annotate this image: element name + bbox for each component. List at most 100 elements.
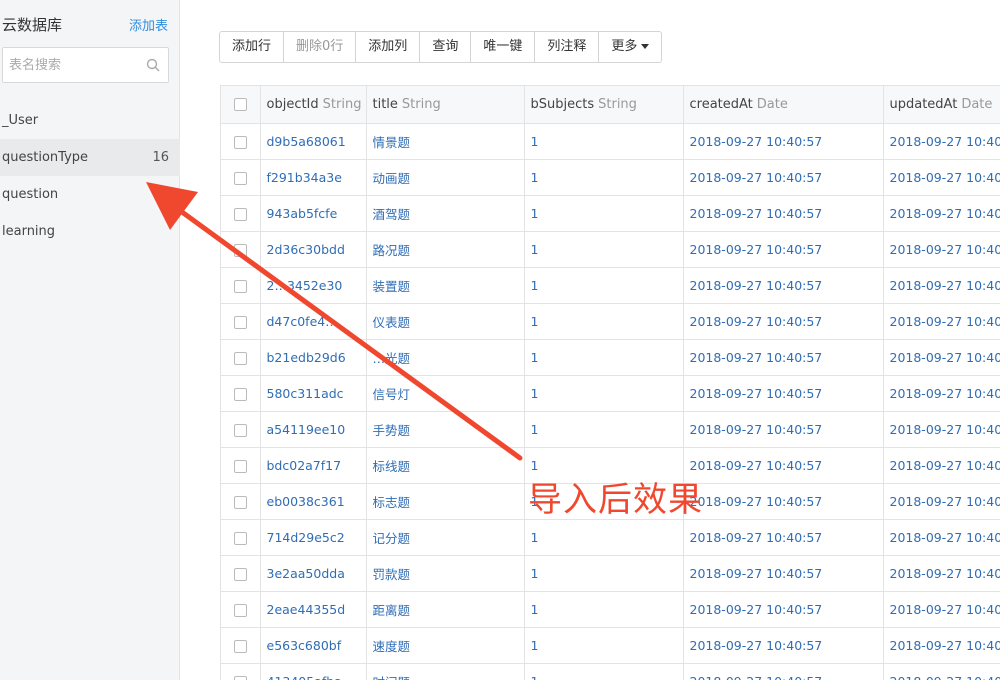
cell-bsubjects[interactable]: 1 bbox=[524, 663, 684, 680]
cell-bsubjects[interactable]: 1 bbox=[524, 591, 684, 628]
cell-createdat[interactable]: 2018-09-27 10:40:57 bbox=[683, 195, 884, 232]
cell-createdat[interactable]: 2018-09-27 10:40:57 bbox=[683, 231, 884, 268]
table-row[interactable]: d9b5a68061 情景题 1 2018-09-27 10:40:57 2018-09… bbox=[221, 123, 1000, 160]
table-row[interactable]: b21edb29d6 …光题 1 2018-09-27 10:40:57 2018-09… bbox=[221, 339, 1000, 376]
cell-objectid[interactable]: 943ab5fcfe bbox=[260, 195, 367, 232]
cell-bsubjects[interactable]: 1 bbox=[524, 411, 684, 448]
cell-title[interactable]: 标志题 bbox=[366, 483, 525, 520]
cell-title[interactable]: 时间题 bbox=[366, 663, 525, 680]
cell-bsubjects[interactable]: 1 bbox=[524, 123, 684, 160]
row-select-cell[interactable] bbox=[221, 411, 261, 448]
table-row[interactable]: f291b34a3e 动画题 1 2018-09-27 10:40:57 2018-09… bbox=[221, 159, 1000, 196]
add-column-button[interactable]: 添加列 bbox=[356, 32, 421, 62]
row-select-cell[interactable] bbox=[221, 195, 261, 232]
row-checkbox[interactable] bbox=[234, 639, 247, 653]
cell-updatedat[interactable]: 2018-09-27 10:40:57 bbox=[883, 375, 1000, 412]
row-select-cell[interactable] bbox=[221, 447, 261, 484]
cell-updatedat[interactable]: 2018-09-27 10:40:57 bbox=[883, 195, 1000, 232]
cell-updatedat[interactable]: 2018-09-27 10:40:57 bbox=[883, 339, 1000, 376]
column-header-objectid[interactable]: objectId String bbox=[260, 86, 367, 124]
row-select-cell[interactable] bbox=[221, 591, 261, 628]
row-select-cell[interactable] bbox=[221, 123, 261, 160]
cell-objectid[interactable]: 2…3452e30 bbox=[260, 267, 367, 304]
table-row[interactable]: 413405afba时间题12018-09-27 10:40:572018-09… bbox=[221, 663, 1000, 680]
sidebar-item-questiontype[interactable]: questionType 16 bbox=[0, 139, 180, 176]
row-select-cell[interactable] bbox=[221, 303, 261, 340]
row-checkbox[interactable] bbox=[234, 351, 247, 365]
row-select-cell[interactable] bbox=[221, 231, 261, 268]
table-row[interactable]: d47c0fe4… 仪表题 1 2018-09-27 10:40:57 2018-09-… bbox=[221, 303, 1000, 340]
row-select-cell[interactable] bbox=[221, 627, 261, 664]
row-checkbox[interactable] bbox=[234, 495, 247, 509]
cell-title[interactable]: 速度题 bbox=[366, 627, 525, 664]
cell-bsubjects[interactable]: 1 bbox=[524, 267, 684, 304]
row-select-cell[interactable] bbox=[221, 483, 261, 520]
query-button[interactable]: 查询 bbox=[420, 32, 472, 62]
cell-updatedat[interactable]: 2018-09-27 10:40:57 bbox=[883, 303, 1000, 340]
cell-bsubjects[interactable]: 1 bbox=[524, 519, 684, 556]
table-row[interactable]: 2eae44355d 距离题 1 2018-09-27 10:40:57 2018-09… bbox=[221, 591, 1000, 628]
row-select-cell[interactable] bbox=[221, 663, 261, 680]
cell-bsubjects[interactable]: 1 bbox=[524, 627, 684, 664]
cell-title[interactable]: 装置题 bbox=[366, 267, 525, 304]
column-header-updatedat[interactable]: updatedAt Date bbox=[883, 86, 1000, 124]
sidebar-item-learning[interactable]: learning bbox=[0, 213, 180, 250]
cell-createdat[interactable]: 2018-09-27 10:40:57 bbox=[683, 303, 884, 340]
column-comment-button[interactable]: 列注释 bbox=[535, 32, 600, 62]
column-header-bsubjects[interactable]: bSubjects String bbox=[524, 86, 684, 124]
cell-createdat[interactable]: 2018-09-27 10:40:57 bbox=[683, 159, 884, 196]
cell-bsubjects[interactable]: 1 bbox=[524, 339, 684, 376]
cell-objectid[interactable]: 580c311adc bbox=[260, 375, 367, 412]
delete-rows-button[interactable]: 删除0行 bbox=[284, 32, 357, 62]
row-checkbox[interactable] bbox=[234, 279, 247, 293]
cell-objectid[interactable]: f291b34a3e bbox=[260, 159, 367, 196]
cell-createdat[interactable]: 2018-09-27 10:40:57 bbox=[683, 591, 884, 628]
cell-createdat[interactable]: 2018-09-27 10:40:57 bbox=[683, 339, 884, 376]
cell-updatedat[interactable]: 2018-09-27 10:40:57 bbox=[883, 447, 1000, 484]
row-select-cell[interactable] bbox=[221, 519, 261, 556]
cell-objectid[interactable]: b21edb29d6 bbox=[260, 339, 367, 376]
cell-createdat[interactable]: 2018-09-27 10:40:57 bbox=[683, 663, 884, 680]
row-select-cell[interactable] bbox=[221, 555, 261, 592]
row-checkbox[interactable] bbox=[234, 423, 247, 437]
cell-objectid[interactable]: eb0038c361 bbox=[260, 483, 367, 520]
cell-updatedat[interactable]: 2018-09-27 10:40:57 bbox=[883, 123, 1000, 160]
cell-title[interactable]: 标线题 bbox=[366, 447, 525, 484]
cell-objectid[interactable]: 2d36c30bdd bbox=[260, 231, 367, 268]
cell-objectid[interactable]: 714d29e5c2 bbox=[260, 519, 367, 556]
row-select-cell[interactable] bbox=[221, 267, 261, 304]
table-row[interactable]: 2d36c30bdd 路况题 1 2018-09-27 10:40:57 2018-09… bbox=[221, 231, 1000, 268]
cell-title[interactable]: 酒驾题 bbox=[366, 195, 525, 232]
table-row[interactable]: 2…3452e30 装置题 1 2018-09-27 10:40:57 2018-09-… bbox=[221, 267, 1000, 304]
cell-objectid[interactable]: bdc02a7f17 bbox=[260, 447, 367, 484]
row-checkbox[interactable] bbox=[234, 243, 247, 257]
cell-title[interactable]: 仪表题 bbox=[366, 303, 525, 340]
column-header-title[interactable]: title String bbox=[366, 86, 525, 124]
cell-title[interactable]: 路况题 bbox=[366, 231, 525, 268]
row-checkbox[interactable] bbox=[234, 315, 247, 329]
table-row[interactable]: 943ab5fcfe 酒驾题 1 2018-09-27 10:40:57 2018-09… bbox=[221, 195, 1000, 232]
table-row[interactable]: 714d29e5c2 记分题 1 2018-09-27 10:40:57 2018-09… bbox=[221, 519, 1000, 556]
row-checkbox[interactable] bbox=[234, 567, 247, 581]
cell-createdat[interactable]: 2018-09-27 10:40:57 bbox=[683, 483, 884, 520]
row-checkbox[interactable] bbox=[234, 135, 247, 149]
cell-bsubjects[interactable]: 1 bbox=[524, 555, 684, 592]
row-checkbox[interactable] bbox=[234, 603, 247, 617]
cell-objectid[interactable]: 2eae44355d bbox=[260, 591, 367, 628]
row-select-cell[interactable] bbox=[221, 159, 261, 196]
cell-bsubjects[interactable]: 1 bbox=[524, 303, 684, 340]
cell-updatedat[interactable]: 2018-09-27 10:40:57 bbox=[883, 663, 1000, 680]
cell-updatedat[interactable]: 2018-09-27 10:40:57 bbox=[883, 159, 1000, 196]
cell-title[interactable]: 手势题 bbox=[366, 411, 525, 448]
cell-updatedat[interactable]: 2018-09-27 10:40:57 bbox=[883, 627, 1000, 664]
search-icon[interactable] bbox=[146, 58, 160, 72]
row-select-cell[interactable] bbox=[221, 375, 261, 412]
cell-createdat[interactable]: 2018-09-27 10:40:57 bbox=[683, 447, 884, 484]
cell-title[interactable]: 距离题 bbox=[366, 591, 525, 628]
cell-objectid[interactable]: 3e2aa50dda bbox=[260, 555, 367, 592]
cell-objectid[interactable]: a54119ee10 bbox=[260, 411, 367, 448]
cell-bsubjects[interactable]: 1 bbox=[524, 159, 684, 196]
cell-updatedat[interactable]: 2018-09-27 10:40:57 bbox=[883, 519, 1000, 556]
cell-objectid[interactable]: 413405afba bbox=[260, 663, 367, 680]
table-row[interactable]: e563c680bf 速度题 1 2018-09-27 10:40:57 2018-09… bbox=[221, 627, 1000, 664]
